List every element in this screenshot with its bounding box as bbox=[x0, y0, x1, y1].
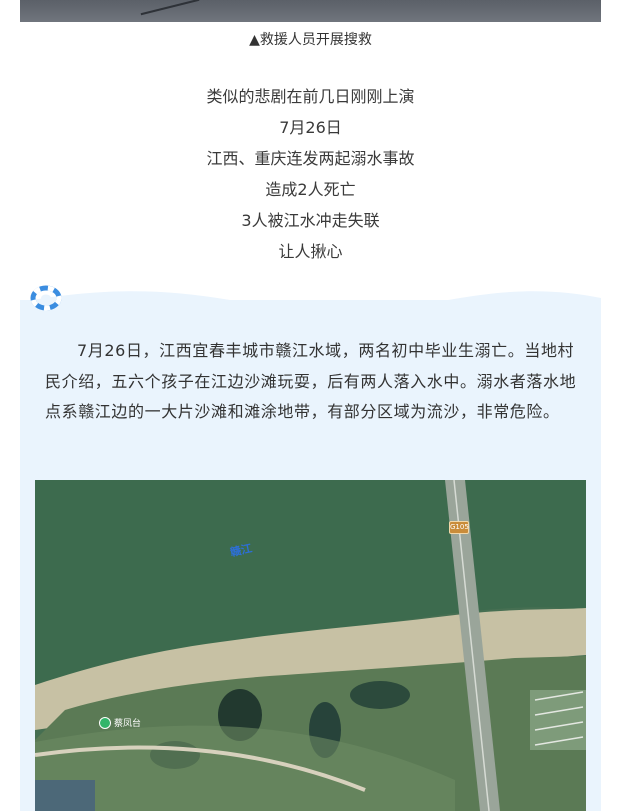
center-line: 让人揪心 bbox=[278, 242, 343, 261]
center-line: 7月26日 bbox=[279, 118, 342, 137]
article-paragraph: 7月26日，江西宜春丰城市赣江水域，两名初中毕业生溺亡。当地村民介绍，五六个孩子… bbox=[45, 341, 577, 421]
center-text-block: 类似的悲剧在前几日刚刚上演 7月26日 江西、重庆连发两起溺水事故 造成2人死亡… bbox=[0, 84, 621, 270]
center-line: 造成2人死亡 bbox=[265, 180, 356, 199]
satellite-map bbox=[35, 480, 586, 811]
poi-pin-icon bbox=[99, 716, 111, 729]
center-line: 类似的悲剧在前几日刚刚上演 bbox=[206, 87, 415, 106]
photo-caption: ▲救援人员开展搜救 bbox=[249, 32, 372, 48]
poi-label: 蔡凤台 bbox=[114, 719, 142, 729]
map-terrain bbox=[35, 480, 586, 811]
road-shield: G105 bbox=[449, 521, 469, 534]
center-line: 3人被江水冲走失联 bbox=[241, 211, 380, 230]
poi-marker: 蔡凤台 bbox=[99, 716, 141, 729]
photo-detail bbox=[140, 0, 200, 16]
wave-edge bbox=[20, 291, 601, 318]
lifebuoy-icon bbox=[30, 285, 62, 311]
top-photo bbox=[20, 0, 601, 22]
center-line: 江西、重庆连发两起溺水事故 bbox=[206, 149, 415, 168]
